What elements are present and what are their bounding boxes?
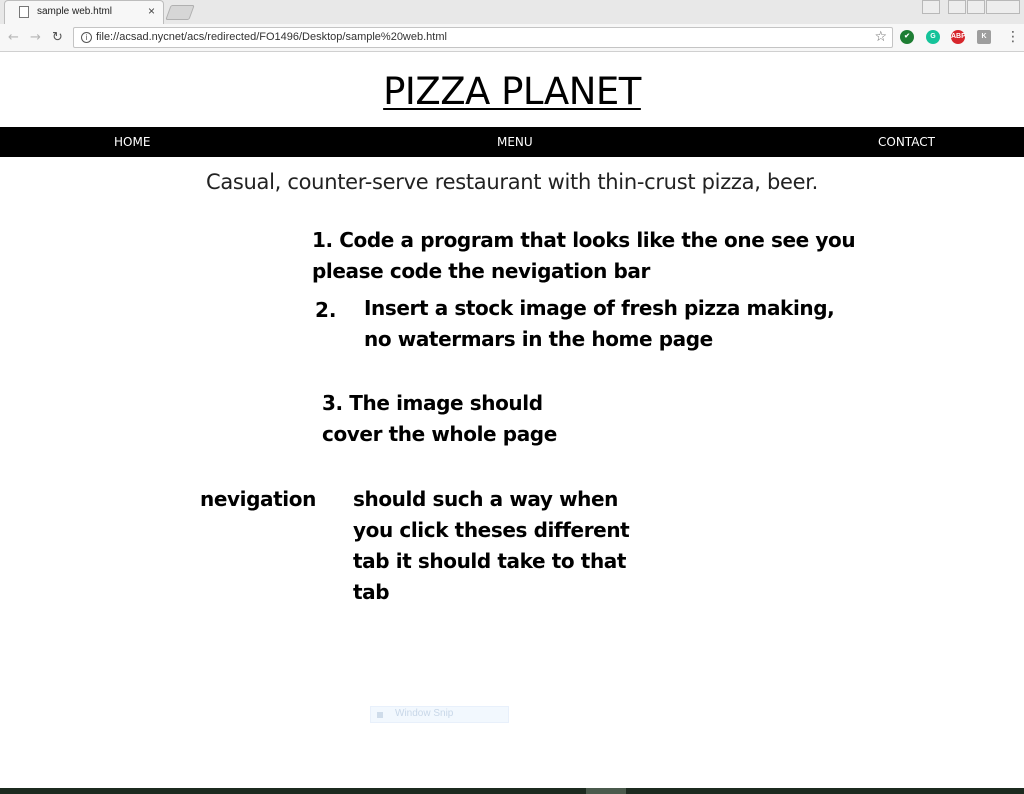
user-profile-icon[interactable] [922,0,940,14]
browser-tab-strip: sample web.html × [0,0,1024,24]
nav-menu-link[interactable]: MENU [497,135,533,149]
instruction-2-line-1: Insert a stock image of fresh pizza maki… [364,296,835,320]
check-extension-icon[interactable]: ✔ [900,30,914,44]
minimize-icon[interactable] [948,0,966,14]
navigation-instruction: should such a way when you click theses … [353,484,630,608]
instruction-2-line-2: no watermars in the home page [364,327,713,351]
address-bar[interactable]: i file://acsad.nycnet/acs/redirected/FO1… [73,27,893,48]
instruction-1: 1. Code a program that looks like the on… [312,225,856,287]
generic-extension-icon[interactable]: K [977,30,991,44]
navigation-instruction-line-1: should such a way when [353,487,618,511]
instruction-2: Insert a stock image of fresh pizza maki… [364,293,835,355]
browser-tab[interactable]: sample web.html × [4,0,164,24]
tab-title: sample web.html [37,6,113,17]
reload-icon[interactable]: ↻ [52,30,63,45]
instruction-3-line-1: 3. The image should [322,391,543,415]
instruction-1-line-1: 1. Code a program that looks like the on… [312,228,856,252]
navigation-label: nevigation [200,487,316,511]
tagline: Casual, counter-serve restaurant with th… [205,170,819,194]
instruction-3-line-2: cover the whole page [322,422,557,446]
snip-icon [377,712,383,718]
window-close-icon[interactable] [986,0,1020,14]
window-snip-label: Window Snip [395,708,454,719]
navigation-instruction-line-2: you click theses different [353,518,630,542]
window-snip-overlay: Window Snip [370,706,509,723]
info-icon[interactable]: i [81,32,92,43]
navigation-instruction-line-3: tab it should take to that [353,549,627,573]
forward-icon[interactable]: → [30,30,41,45]
browser-toolbar: ← → ↻ i file://acsad.nycnet/acs/redirect… [0,24,1024,52]
page-icon [19,6,29,18]
instruction-2-number: 2. [315,298,337,322]
navigation-bar: HOME MENU CONTACT [0,127,1024,157]
instruction-1-line-2: please code the nevigation bar [312,259,650,283]
adblock-extension-icon[interactable]: ABP [951,30,966,44]
new-tab-button[interactable] [165,5,195,20]
taskbar [0,788,1024,794]
navigation-instruction-line-4: tab [353,580,390,604]
tab-close-icon[interactable]: × [148,4,155,18]
nav-contact-link[interactable]: CONTACT [878,135,935,149]
taskbar-active-item[interactable] [586,788,626,794]
nav-home-link[interactable]: HOME [114,135,150,149]
grammarly-extension-icon[interactable]: G [926,30,940,44]
url-text[interactable]: file://acsad.nycnet/acs/redirected/FO149… [96,31,447,43]
back-icon[interactable]: ← [8,30,19,45]
site-title: PIZZA PLANET [383,70,641,113]
browser-menu-icon[interactable]: ⋮ [1006,29,1020,45]
instruction-3: 3. The image should cover the whole page [322,388,557,450]
bookmark-star-icon[interactable]: ☆ [874,29,887,45]
restore-icon[interactable] [967,0,985,14]
